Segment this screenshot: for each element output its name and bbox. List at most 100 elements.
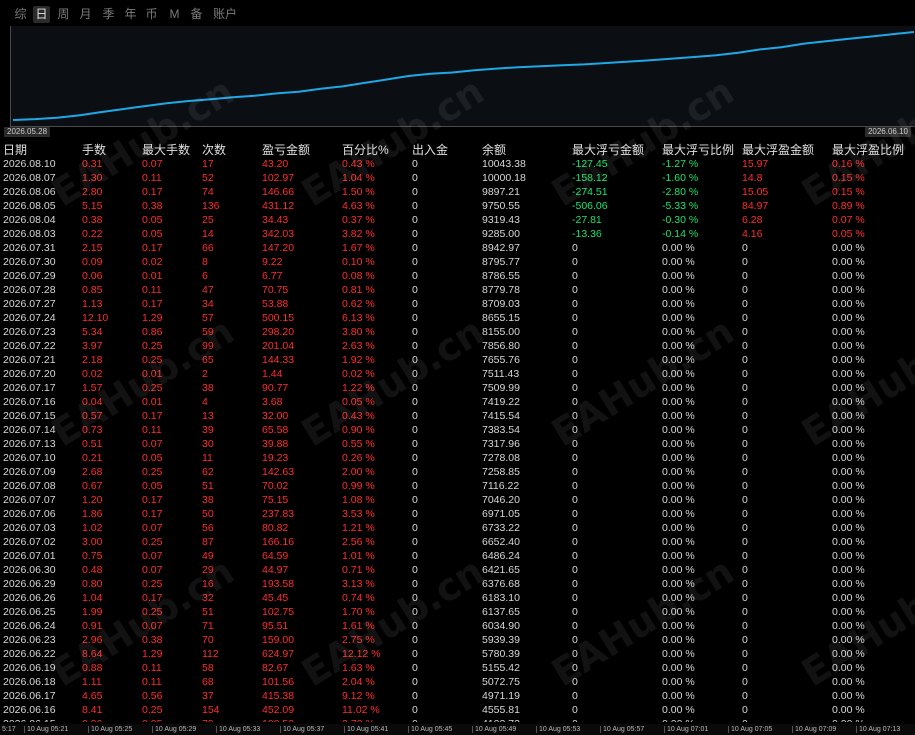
tab-4[interactable]: 季 [100, 6, 117, 23]
table-row[interactable]: 2026.07.20 0.02 0.01 2 1.44 0.02 % 0 7511.43 0 0.… [0, 367, 915, 381]
table-cell: 3.80 % [342, 326, 375, 338]
table-cell: 10043.38 [482, 158, 526, 170]
table-row[interactable]: 2026.07.02 3.00 0.25 87 166.16 2.56 % 0 6652.40… [0, 535, 915, 549]
table-row[interactable]: 2026.07.07 1.20 0.17 38 75.15 1.08 % 0 7046.20 0… [0, 493, 915, 507]
column-header[interactable]: 最大手数 [142, 141, 190, 158]
table-row[interactable]: 2026.07.21 2.18 0.25 65 144.33 1.92 % 0 7655.76… [0, 353, 915, 367]
table-row[interactable]: 2026.06.30 0.48 0.07 29 44.97 0.71 % 0 6421.65 0… [0, 563, 915, 577]
table-row[interactable]: 2026.07.06 1.86 0.17 50 237.83 3.53 % 0 6971.05… [0, 507, 915, 521]
table-row[interactable]: 2026.07.29 0.06 0.01 6 6.77 0.08 % 0 8786.55 0 0.… [0, 269, 915, 283]
table-row[interactable]: 2026.07.23 5.34 0.86 59 298.20 3.80 % 0 8155.00… [0, 325, 915, 339]
table-cell: 17 [202, 158, 214, 170]
table-cell: -2.80 % [662, 186, 699, 198]
table-row[interactable]: 2026.07.31 2.15 0.17 66 147.20 1.67 % 0 8942.97… [0, 241, 915, 255]
table-row[interactable]: 2026.06.26 1.04 0.17 32 45.45 0.74 % 0 6183.10 0… [0, 591, 915, 605]
tab-1[interactable]: 日 [33, 6, 50, 23]
table-row[interactable]: 2026.06.24 0.91 0.07 71 95.51 1.61 % 0 6034.90 0… [0, 619, 915, 633]
table-row[interactable]: 2026.07.27 1.13 0.17 34 53.88 0.62 % 0 8709.03 0… [0, 297, 915, 311]
column-header[interactable]: 最大浮盈比例 [832, 141, 904, 158]
table-row[interactable]: 2026.08.10 0.31 0.07 17 43.20 0.43 % 0 10043.38… [0, 157, 915, 171]
table-cell: 0.00 % [832, 410, 865, 422]
table-row[interactable]: 2026.06.23 2.96 0.38 70 159.00 2.75 % 0 5939.39… [0, 633, 915, 647]
table-cell: 1.67 % [342, 242, 375, 254]
table-cell: 0 [412, 452, 418, 464]
table-row[interactable]: 2026.07.09 2.68 0.25 62 142.63 2.00 % 0 7258.85… [0, 465, 915, 479]
table-cell: 2026.08.03 [3, 228, 56, 240]
table-row[interactable]: 2026.08.06 2.80 0.17 74 146.66 1.50 % 0 9897.21… [0, 185, 915, 199]
table-row[interactable]: 2026.07.22 3.97 0.25 99 201.04 2.63 % 0 7856.80… [0, 339, 915, 353]
table-cell: 102.75 [262, 606, 295, 618]
table-cell: 2026.07.10 [3, 452, 56, 464]
table-cell: 0.00 % [662, 424, 695, 436]
table-row[interactable]: 2026.06.15 0.96 0.05 79 108.52 2.72 % 0 4103.72… [0, 717, 915, 722]
table-cell: 70.75 [262, 284, 289, 296]
table-row[interactable]: 2026.07.30 0.09 0.02 8 9.22 0.10 % 0 8795.77 0 0.… [0, 255, 915, 269]
column-header[interactable]: 余额 [482, 141, 506, 158]
tab-3[interactable]: 月 [77, 6, 94, 23]
table-row[interactable]: 2026.07.13 0.51 0.07 30 39.88 0.55 % 0 7317.96 0… [0, 437, 915, 451]
table-cell: 0 [572, 242, 578, 254]
tab-5[interactable]: 年 [122, 6, 139, 23]
table-row[interactable]: 2026.06.19 0.88 0.11 58 82.67 1.63 % 0 5155.42 0… [0, 661, 915, 675]
table-cell: 0.05 [142, 452, 163, 464]
column-header[interactable]: 出入金 [412, 141, 448, 158]
tab-8[interactable]: 备 [188, 6, 205, 23]
table-cell: 0 [412, 466, 418, 478]
table-cell: 7046.20 [482, 494, 520, 506]
table-row[interactable]: 2026.07.10 0.21 0.05 11 19.23 0.26 % 0 7278.08 0… [0, 451, 915, 465]
table-cell: 0.25 [142, 354, 163, 366]
table-cell: 0.00 % [662, 522, 695, 534]
table-cell: 2026.08.10 [3, 158, 56, 170]
table-row[interactable]: 2026.07.01 0.75 0.07 49 64.59 1.01 % 0 6486.24 0… [0, 549, 915, 563]
column-header[interactable]: 次数 [202, 141, 226, 158]
column-header[interactable]: 手数 [82, 141, 106, 158]
table-cell: 0 [742, 578, 748, 590]
table-cell: 34 [202, 298, 214, 310]
column-header[interactable]: 盈亏金额 [262, 141, 310, 158]
table-cell: 0.17 [142, 298, 163, 310]
table-row[interactable]: 2026.08.07 1.30 0.11 52 102.97 1.04 % 0 10000.1… [0, 171, 915, 185]
tab-7[interactable]: M [168, 6, 181, 23]
table-row[interactable]: 2026.06.17 4.65 0.56 37 415.38 9.12 % 0 4971.19… [0, 689, 915, 703]
table-row[interactable]: 2026.06.18 1.11 0.11 68 101.56 2.04 % 0 5072.75… [0, 675, 915, 689]
table-cell: 2.75 % [342, 634, 375, 646]
tab-6[interactable]: 币 [143, 6, 160, 23]
table-cell: 5939.39 [482, 634, 520, 646]
table-row[interactable]: 2026.07.14 0.73 0.11 39 65.58 0.90 % 0 7383.54 0… [0, 423, 915, 437]
column-header[interactable]: 最大浮亏比例 [662, 141, 734, 158]
table-cell: 1.86 [82, 508, 103, 520]
column-header[interactable]: 最大浮盈金额 [742, 141, 814, 158]
tab-2[interactable]: 周 [55, 6, 72, 23]
table-cell: 71 [202, 620, 214, 632]
table-row[interactable]: 2026.07.28 0.85 0.11 47 70.75 0.81 % 0 8779.78 0… [0, 283, 915, 297]
column-header[interactable]: 日期 [3, 141, 27, 158]
table-row[interactable]: 2026.07.03 1.02 0.07 56 80.82 1.21 % 0 6733.22 0… [0, 521, 915, 535]
table-row[interactable]: 2026.07.17 1.57 0.25 38 90.77 1.22 % 0 7509.99 0… [0, 381, 915, 395]
table-row[interactable]: 2026.07.08 0.67 0.05 51 70.02 0.99 % 0 7116.22 0… [0, 479, 915, 493]
tab-0[interactable]: 综 [12, 6, 29, 23]
table-row[interactable]: 2026.07.15 0.57 0.17 13 32.00 0.43 % 0 7415.54 0… [0, 409, 915, 423]
table-cell: 0 [572, 550, 578, 562]
table-cell: 2026.08.05 [3, 200, 56, 212]
table-cell: 0.08 % [342, 270, 375, 282]
table-row[interactable]: 2026.08.05 5.15 0.38 136 431.12 4.63 % 0 9750.5… [0, 199, 915, 213]
table-row[interactable]: 2026.06.25 1.99 0.25 51 102.75 1.70 % 0 6137.65… [0, 605, 915, 619]
tab-9[interactable]: 账户 [211, 6, 239, 23]
table-cell: 0 [742, 648, 748, 660]
table-row[interactable]: 2026.06.22 8.64 1.29 112 624.97 12.12 % 0 5780.… [0, 647, 915, 661]
table-cell: 70 [202, 634, 214, 646]
table-row[interactable]: 2026.08.03 0.22 0.05 14 342.03 3.82 % 0 9285.00… [0, 227, 915, 241]
table-cell: 0 [412, 340, 418, 352]
table-row[interactable]: 2026.07.16 0.04 0.01 4 3.68 0.05 % 0 7419.22 0 0.… [0, 395, 915, 409]
table-cell: 0 [412, 186, 418, 198]
table-cell: 0.00 % [832, 550, 865, 562]
table-row[interactable]: 2026.07.24 12.10 1.29 57 500.15 6.13 % 0 8655.1… [0, 311, 915, 325]
table-row[interactable]: 2026.06.16 8.41 0.25 154 452.09 11.02 % 0 4555.… [0, 703, 915, 717]
period-tab-bar: 综日周月季年币 M 备账户 [0, 0, 915, 26]
table-cell: 0 [412, 480, 418, 492]
table-cell: 0.25 [142, 606, 163, 618]
table-row[interactable]: 2026.06.29 0.80 0.25 16 193.58 3.13 % 0 6376.68… [0, 577, 915, 591]
table-row[interactable]: 2026.08.04 0.38 0.05 25 34.43 0.37 % 0 9319.43 -… [0, 213, 915, 227]
column-header[interactable]: 最大浮亏金额 [572, 141, 644, 158]
column-header[interactable]: 百分比% [342, 141, 389, 158]
